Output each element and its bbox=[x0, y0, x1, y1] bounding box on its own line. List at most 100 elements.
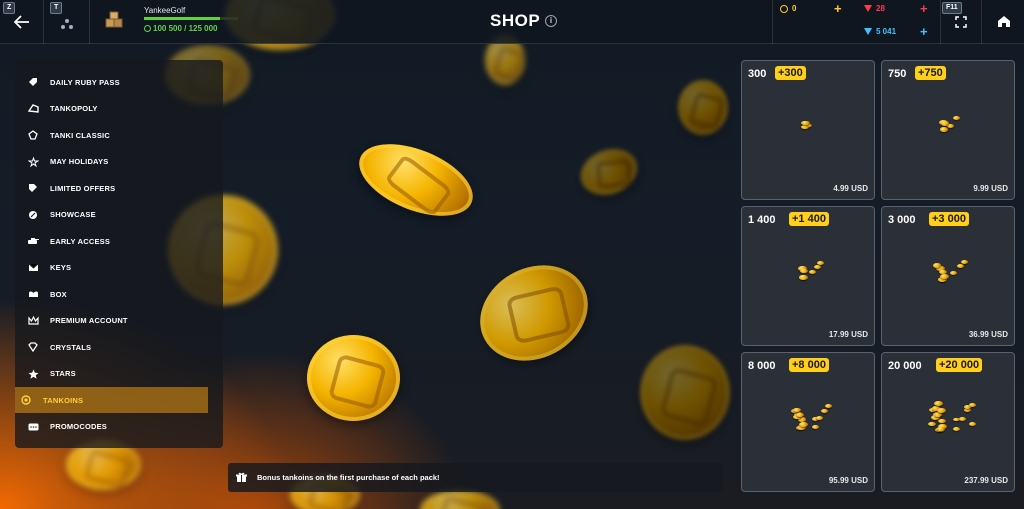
sidebar-item-label: TANKI CLASSIC bbox=[50, 130, 110, 140]
pack-amount: 300 bbox=[748, 68, 767, 80]
coin-pile-icon bbox=[797, 120, 819, 140]
pack-bonus-badge: +1 400 bbox=[789, 212, 829, 226]
tankoin-pack-card[interactable]: 750 +750 9.99 USD bbox=[881, 60, 1015, 200]
sidebar-item-label: BOX bbox=[50, 289, 67, 299]
tankoin-pack-card[interactable]: 3 000 +3 000 36.99 USD bbox=[881, 206, 1015, 346]
sidebar-item-keys[interactable]: KEYS bbox=[22, 255, 214, 281]
sidebar-item-early-access[interactable]: EARLY ACCESS bbox=[22, 228, 214, 254]
ruby-balance: 28 bbox=[864, 4, 885, 13]
tankoin-amount: 0 bbox=[792, 4, 797, 13]
background-coin bbox=[678, 80, 728, 135]
crystal-balance: 5 041 bbox=[864, 27, 896, 36]
back-hotkey-badge: Z bbox=[3, 2, 16, 14]
arrow-left-icon bbox=[13, 15, 29, 29]
sidebar-item-daily-ruby-pass[interactable]: DAILY RUBY PASS bbox=[22, 69, 214, 95]
pack-amount: 1 400 bbox=[748, 214, 776, 226]
showcase-icon bbox=[26, 210, 40, 220]
username: YankeeGolf bbox=[144, 6, 186, 15]
tankoin-balance: 0 bbox=[780, 4, 796, 13]
coin-pile-icon bbox=[781, 404, 835, 440]
tank-hotkey-badge: T bbox=[50, 2, 63, 14]
pack-price: 36.99 USD bbox=[968, 330, 1008, 339]
sidebar-item-crystals[interactable]: CRYSTALS bbox=[22, 334, 214, 360]
pack-price: 95.99 USD bbox=[828, 476, 868, 485]
sidebar-item-label: SHOWCASE bbox=[50, 210, 96, 219]
sidebar-item-promocodes[interactable]: PROMOCODES bbox=[22, 414, 214, 440]
box-icon bbox=[26, 290, 40, 299]
tankoin-icon bbox=[780, 4, 788, 13]
bonus-notice-text: Bonus tankoins on the first purchase of … bbox=[257, 473, 440, 482]
background-coin bbox=[640, 345, 730, 440]
tankoin-icon bbox=[19, 395, 33, 405]
tankoin-pack-card[interactable]: 1 400 +1 400 17.99 USD bbox=[741, 206, 875, 346]
background-coin bbox=[574, 141, 644, 203]
pack-bonus-badge: +20 000 bbox=[936, 358, 983, 372]
sidebar-item-limited-offers[interactable]: LIMITED OFFERS bbox=[22, 175, 214, 201]
sidebar-item-label: TANKOPOLY bbox=[50, 104, 98, 113]
coin-pile-icon bbox=[925, 259, 971, 292]
info-icon[interactable]: i bbox=[545, 15, 557, 27]
coin-pile-icon bbox=[933, 116, 963, 142]
crystal-icon bbox=[26, 342, 40, 352]
add-crystals-button[interactable]: + bbox=[920, 24, 928, 39]
pack-bonus-badge: +750 bbox=[915, 66, 946, 80]
gift-icon bbox=[236, 472, 247, 483]
sidebar-item-label: MAY HOLIDAYS bbox=[50, 157, 109, 166]
early-access-icon bbox=[26, 237, 40, 245]
background-coin bbox=[420, 490, 500, 509]
tankoin-pack-card[interactable]: 20 000 +20 000 237.99 USD bbox=[881, 352, 1015, 492]
sidebar-item-label: CRYSTALS bbox=[50, 342, 92, 352]
pack-price: 4.99 USD bbox=[833, 184, 868, 193]
sidebar-item-premium-account[interactable]: PREMIUM ACCOUNT bbox=[22, 308, 214, 334]
sidebar-item-box[interactable]: BOX bbox=[22, 281, 214, 307]
pack-bonus-badge: +8 000 bbox=[789, 358, 829, 372]
sidebar-item-stars[interactable]: STARS bbox=[22, 361, 214, 387]
xp-progress-bar bbox=[144, 17, 238, 20]
pack-bonus-badge: +3 000 bbox=[929, 212, 969, 226]
sidebar-item-tankopoly[interactable]: TANKOPOLY bbox=[22, 96, 214, 122]
fullscreen-icon bbox=[955, 16, 967, 28]
tankoin-pack-card[interactable]: 8 000 +8 000 95.99 USD bbox=[741, 352, 875, 492]
sidebar-item-tankoins[interactable]: TANKOINS bbox=[15, 387, 208, 413]
tankopoly-icon bbox=[26, 104, 40, 113]
sidebar-item-label: KEYS bbox=[50, 263, 72, 272]
sidebar-item-label: PROMOCODES bbox=[50, 422, 108, 431]
limited-offers-icon bbox=[26, 183, 40, 193]
pack-price: 9.99 USD bbox=[973, 184, 1008, 193]
xp-progress-fill bbox=[144, 17, 220, 20]
xp-readout: 100 500 / 125 000 bbox=[144, 24, 218, 33]
background-coin bbox=[463, 246, 605, 380]
fullscreen-hotkey-badge: F11 bbox=[942, 2, 962, 14]
keys-icon bbox=[26, 263, 40, 272]
premium-icon bbox=[26, 316, 40, 325]
pack-amount: 750 bbox=[888, 68, 907, 80]
star-icon bbox=[26, 369, 40, 379]
background-coin bbox=[349, 129, 483, 231]
ruby-pass-icon bbox=[26, 77, 40, 87]
sidebar-item-label: EARLY ACCESS bbox=[50, 236, 111, 246]
avatar[interactable] bbox=[105, 11, 123, 29]
promocode-icon bbox=[26, 423, 40, 431]
add-tankoins-button[interactable]: + bbox=[834, 1, 842, 16]
sidebar-item-label: STARS bbox=[50, 369, 76, 378]
bonus-notice: Bonus tankoins on the first purchase of … bbox=[228, 463, 722, 492]
sidebar-item-may-holidays[interactable]: MAY HOLIDAYS bbox=[22, 149, 214, 175]
classic-icon bbox=[26, 130, 40, 140]
tankoin-pack-card[interactable]: 300 +300 4.99 USD bbox=[741, 60, 875, 200]
coin-pile-icon bbox=[789, 260, 827, 290]
pack-amount: 20 000 bbox=[888, 360, 922, 372]
pack-amount: 3 000 bbox=[888, 214, 916, 226]
sidebar-item-tanki-classic[interactable]: TANKI CLASSIC bbox=[22, 122, 214, 148]
resources-panel bbox=[772, 0, 773, 44]
add-rubies-button[interactable]: + bbox=[920, 1, 928, 16]
background-coin bbox=[307, 335, 400, 421]
sidebar-item-label: PREMIUM ACCOUNT bbox=[50, 316, 128, 325]
top-bar: Z T YankeeGolf 100 500 / 125 000 SHOP i … bbox=[0, 0, 1024, 44]
crystal-amount: 5 041 bbox=[876, 27, 897, 36]
pack-price: 237.99 USD bbox=[964, 476, 1008, 485]
home-button[interactable] bbox=[982, 0, 1024, 44]
sidebar-item-label: LIMITED OFFERS bbox=[50, 183, 116, 193]
sidebar-item-showcase[interactable]: SHOWCASE bbox=[22, 202, 214, 228]
sidebar-item-label: TANKOINS bbox=[43, 395, 84, 405]
rank-crate-icon bbox=[105, 11, 123, 28]
